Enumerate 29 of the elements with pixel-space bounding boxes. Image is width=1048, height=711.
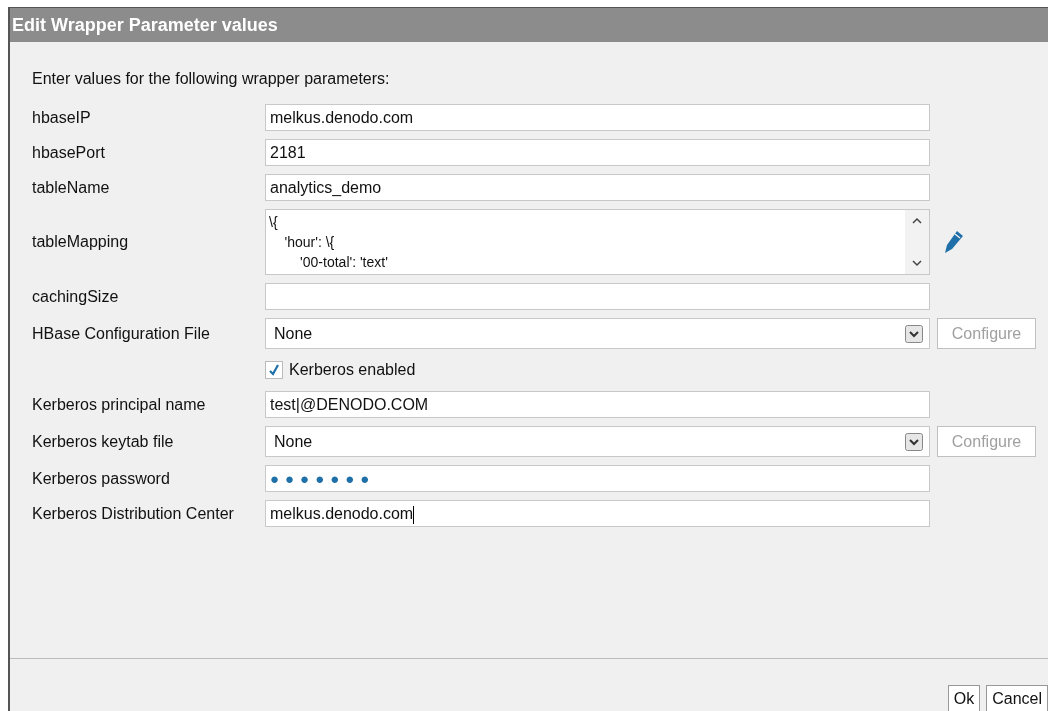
checkbox[interactable] <box>265 361 283 379</box>
dropdown[interactable]: None <box>265 318 930 349</box>
field-label: cachingSize <box>32 287 120 306</box>
input-field[interactable]: test|@DENODO.COM <box>265 391 930 418</box>
scroll-down-icon[interactable] <box>911 258 923 268</box>
input-field[interactable]: 2181 <box>265 139 930 166</box>
dialog-button[interactable]: Ok <box>947 685 981 711</box>
input-field[interactable] <box>265 283 930 310</box>
dialog-button[interactable]: Cancel <box>986 685 1048 711</box>
field-label: HBase Configuration File <box>32 324 211 343</box>
password-field[interactable]: ●●●●●●● <box>265 465 930 492</box>
field-label: hbasePort <box>32 143 106 162</box>
checkbox-label: Kerberos enabled <box>289 361 416 379</box>
field-label: Kerberos password <box>32 469 171 488</box>
field-label: Kerberos principal name <box>32 395 207 414</box>
field-label: hbaseIP <box>32 108 92 127</box>
input-field[interactable]: analytics_demo <box>265 174 930 201</box>
window-title: Edit Wrapper Parameter values <box>10 8 1048 42</box>
scroll-up-icon[interactable] <box>911 216 923 226</box>
text-area[interactable]: \{ 'hour': \{ '00-total': 'text' <box>265 209 930 275</box>
pencil-icon[interactable] <box>944 230 964 254</box>
dropdown[interactable]: None <box>265 426 930 457</box>
field-label: tableMapping <box>32 233 130 251</box>
instruction-text: Enter values for the following wrapper parameters: <box>32 70 391 88</box>
field-label: tableName <box>32 178 111 197</box>
input-field[interactable]: melkus.denodo.com <box>265 104 930 131</box>
input-field[interactable]: melkus.denodo.com <box>265 500 930 527</box>
field-label: Kerberos Distribution Center <box>32 504 235 523</box>
field-label: Kerberos keytab file <box>32 432 175 451</box>
